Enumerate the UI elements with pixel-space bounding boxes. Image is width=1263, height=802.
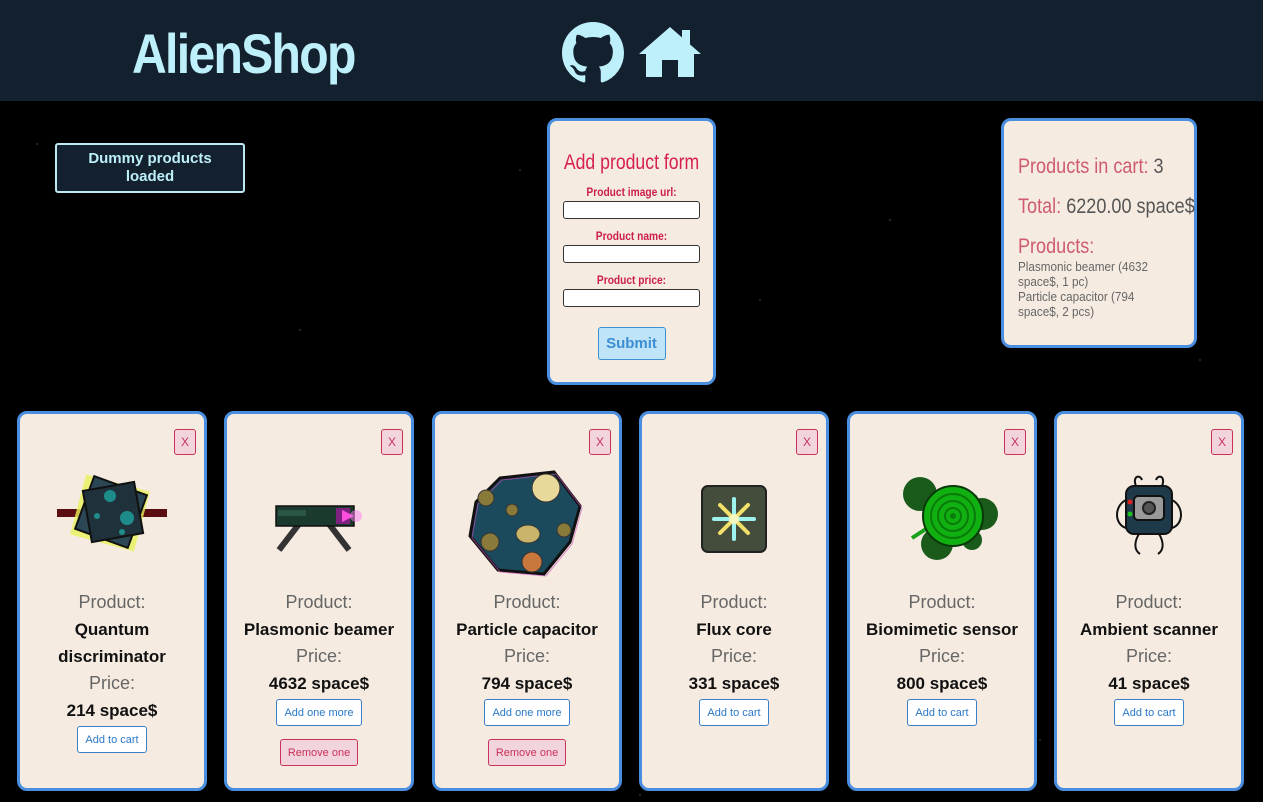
cart-products-label: Products: (1018, 235, 1095, 258)
biomimetic-sensor-icon (850, 466, 1034, 586)
product-name: Quantum discriminator (58, 620, 166, 666)
product-price: 800 space$ (896, 674, 988, 693)
add-product-form: Add product form Product image url: Prod… (547, 118, 716, 385)
product-name-input[interactable] (563, 245, 700, 263)
site-logo[interactable]: AlienShop (132, 22, 356, 86)
price-label: Price: (1125, 646, 1172, 666)
product-name: Flux core (696, 620, 772, 639)
add-one-more-button[interactable]: Add one more (276, 699, 362, 726)
product-name: Plasmonic beamer (243, 620, 395, 639)
product-card: X Product: Flux core Price: 331 space$ A… (639, 411, 829, 791)
product-label: Product: (493, 592, 561, 612)
delete-product-button[interactable]: X (1004, 429, 1026, 455)
product-price-input[interactable] (563, 289, 700, 307)
price-label: Price: (295, 646, 342, 666)
cart-summary: Products in cart: 3 Total: 6220.00 space… (1001, 118, 1197, 348)
quantum-discriminator-icon (20, 466, 204, 586)
product-price-label: Product price: (596, 273, 667, 287)
product-card: X Product: Quantum discriminator Price: … (17, 411, 207, 791)
product-label: Product: (78, 592, 146, 612)
product-card: X Product: Ambient scanner Price: 41 spa… (1054, 411, 1244, 791)
delete-product-button[interactable]: X (174, 429, 196, 455)
plasmonic-beamer-icon (227, 466, 411, 586)
price-label: Price: (88, 673, 135, 693)
product-label: Product: (1115, 592, 1183, 612)
product-card: X Product: Biomimetic sensor Price: 800 … (847, 411, 1037, 791)
add-to-cart-button[interactable]: Add to cart (907, 699, 977, 726)
cart-product-item: Plasmonic beamer (4632 space$, 1 pc) (1018, 259, 1149, 289)
product-name: Biomimetic sensor (865, 620, 1019, 639)
top-bar: AlienShop (0, 0, 1263, 101)
image-url-label: Product image url: (586, 185, 677, 199)
add-to-cart-button[interactable]: Add to cart (77, 726, 147, 753)
product-card: X Product: Plasmonic beamer Price: 4632 … (224, 411, 414, 791)
price-label: Price: (710, 646, 757, 666)
product-info: Product: Particle capacitor Price: 794 s… (445, 589, 609, 766)
cart-total: Total: 6220.00 space$ (1018, 195, 1195, 219)
delete-product-button[interactable]: X (381, 429, 403, 455)
cart-total-label: Total: (1018, 195, 1062, 218)
remove-one-button[interactable]: Remove one (279, 739, 359, 766)
delete-product-button[interactable]: X (589, 429, 611, 455)
particle-capacitor-icon (435, 466, 619, 586)
product-price: 794 space$ (481, 674, 573, 693)
add-to-cart-button[interactable]: Add to cart (1114, 699, 1184, 726)
product-label: Product: (285, 592, 353, 612)
cart-total-value: 6220.00 space$ (1066, 195, 1195, 218)
price-label: Price: (918, 646, 965, 666)
price-label: Price: (503, 646, 550, 666)
flux-core-icon (642, 466, 826, 586)
image-url-input[interactable] (563, 201, 700, 219)
product-info: Product: Biomimetic sensor Price: 800 sp… (860, 589, 1024, 726)
github-icon[interactable] (561, 22, 625, 89)
cart-product-list: Plasmonic beamer (4632 space$, 1 pc) Par… (1018, 259, 1171, 319)
product-info: Product: Plasmonic beamer Price: 4632 sp… (237, 589, 401, 766)
cart-count-label: Products in cart: (1018, 155, 1149, 178)
add-to-cart-button[interactable]: Add to cart (699, 699, 769, 726)
home-icon[interactable] (637, 25, 703, 84)
delete-product-button[interactable]: X (1211, 429, 1233, 455)
product-name: Particle capacitor (456, 620, 598, 639)
product-price: 4632 space$ (268, 674, 370, 693)
product-info: Product: Ambient scanner Price: 41 space… (1067, 589, 1231, 726)
product-card: X Product: Particle capacitor Price: 794… (432, 411, 622, 791)
product-price: 41 space$ (1108, 674, 1190, 693)
product-name-label: Product name: (595, 229, 668, 243)
cart-count-value: 3 (1153, 155, 1164, 178)
product-info: Product: Quantum discriminator Price: 21… (30, 589, 194, 753)
product-price: 214 space$ (66, 701, 158, 720)
add-one-more-button[interactable]: Add one more (484, 699, 570, 726)
cart-count: Products in cart: 3 (1018, 155, 1169, 179)
delete-product-button[interactable]: X (796, 429, 818, 455)
product-label: Product: (700, 592, 768, 612)
form-title: Add product form (563, 151, 700, 174)
product-price: 331 space$ (688, 674, 780, 693)
status-message: Dummy products loaded (55, 143, 245, 193)
remove-one-button[interactable]: Remove one (487, 739, 567, 766)
product-label: Product: (908, 592, 976, 612)
product-info: Product: Flux core Price: 331 space$ Add… (652, 589, 816, 726)
cart-product-item: Particle capacitor (794 space$, 2 pcs) (1018, 289, 1135, 319)
product-name: Ambient scanner (1080, 620, 1218, 639)
ambient-scanner-icon (1057, 466, 1241, 586)
submit-button[interactable]: Submit (597, 327, 666, 360)
